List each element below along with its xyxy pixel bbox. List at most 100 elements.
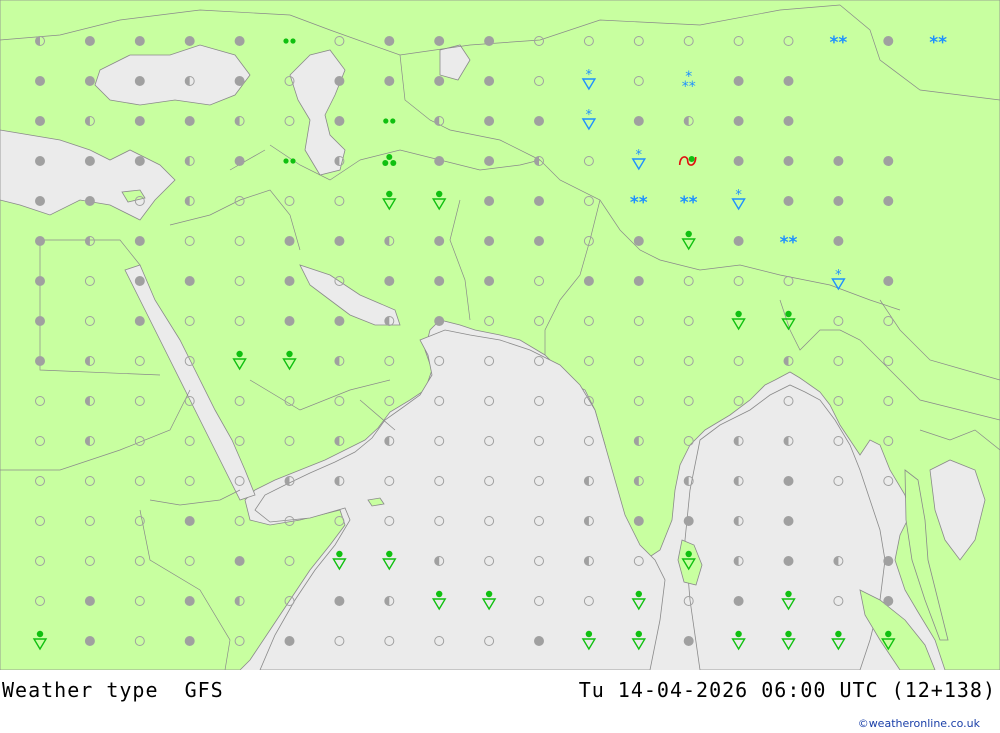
svg-text:*: * <box>735 188 742 203</box>
overcast-filled-circle <box>35 196 45 206</box>
svg-text:**: ** <box>630 193 648 213</box>
overcast-filled-circle <box>184 516 195 526</box>
overcast-filled-circle <box>334 236 345 246</box>
overcast-filled-circle <box>284 636 295 646</box>
overcast-filled-circle <box>434 156 445 166</box>
overcast-filled-circle <box>783 196 794 206</box>
map-footer: Weather type GFS Tu 14-04-2026 06:00 UTC… <box>0 670 1000 733</box>
overcast-filled-circle <box>633 236 644 246</box>
overcast-filled-circle <box>683 516 694 526</box>
overcast-filled-circle <box>733 116 744 126</box>
overcast-filled-circle <box>234 36 245 46</box>
overcast-filled-circle <box>683 636 694 646</box>
overcast-filled-circle <box>783 476 794 486</box>
overcast-filled-circle <box>134 316 145 326</box>
overcast-filled-circle <box>334 116 345 126</box>
overcast-filled-circle <box>134 76 145 86</box>
overcast-filled-circle <box>434 36 445 46</box>
overcast-filled-circle <box>484 276 495 286</box>
overcast-filled-circle <box>833 236 844 246</box>
overcast-filled-circle <box>484 116 495 126</box>
overcast-filled-circle <box>35 316 45 326</box>
overcast-filled-circle <box>334 316 345 326</box>
overcast-filled-circle <box>84 636 95 646</box>
weather-map: ** *** ******* ** **** <box>0 0 1000 670</box>
svg-text:*: * <box>586 68 593 83</box>
overcast-filled-circle <box>434 76 445 86</box>
overcast-filled-circle <box>234 76 245 86</box>
overcast-filled-circle <box>534 116 544 126</box>
snow-double-asterisk: ** <box>680 193 698 213</box>
overcast-filled-circle <box>84 76 95 86</box>
svg-text:*: * <box>636 148 643 163</box>
overcast-filled-circle <box>883 36 894 46</box>
overcast-filled-circle <box>284 236 295 246</box>
overcast-filled-circle <box>84 36 95 46</box>
overcast-filled-circle <box>633 516 644 526</box>
overcast-filled-circle <box>184 276 195 286</box>
overcast-filled-circle <box>733 236 744 246</box>
overcast-filled-circle <box>484 196 495 206</box>
svg-text:**: ** <box>680 193 698 213</box>
overcast-filled-circle <box>35 276 45 286</box>
svg-text:*: * <box>835 268 842 283</box>
overcast-filled-circle <box>284 316 295 326</box>
overcast-filled-circle <box>583 276 594 286</box>
overcast-filled-circle <box>733 156 744 166</box>
overcast-filled-circle <box>733 76 744 86</box>
svg-text:**: ** <box>682 79 696 95</box>
svg-text:**: ** <box>780 233 798 253</box>
overcast-filled-circle <box>484 236 495 246</box>
overcast-filled-circle <box>484 76 495 86</box>
overcast-filled-circle <box>633 116 644 126</box>
svg-text:**: ** <box>929 33 947 53</box>
overcast-filled-circle <box>783 516 794 526</box>
overcast-filled-circle <box>184 596 195 606</box>
snow-double-asterisk: ** <box>630 193 648 213</box>
snow-double-asterisk: ** <box>929 33 947 53</box>
overcast-filled-circle <box>334 596 345 606</box>
overcast-filled-circle <box>234 156 245 166</box>
overcast-filled-circle <box>883 596 894 606</box>
overcast-filled-circle <box>35 76 45 86</box>
overcast-filled-circle <box>434 236 445 246</box>
overcast-filled-circle <box>134 236 145 246</box>
map-title: Weather type GFS <box>2 678 224 702</box>
overcast-filled-circle <box>84 156 95 166</box>
overcast-filled-circle <box>883 276 894 286</box>
overcast-filled-circle <box>134 156 145 166</box>
overcast-filled-circle <box>733 596 744 606</box>
overcast-filled-circle <box>783 116 794 126</box>
snow-double-asterisk: ** <box>830 33 848 53</box>
overcast-filled-circle <box>35 116 45 126</box>
snow-double-asterisk: ** <box>780 233 798 253</box>
overcast-filled-circle <box>833 156 844 166</box>
overcast-filled-circle <box>384 76 395 86</box>
overcast-filled-circle <box>284 276 295 286</box>
overcast-filled-circle <box>783 76 794 86</box>
svg-text:*: * <box>586 108 593 123</box>
overcast-filled-circle <box>334 76 345 86</box>
overcast-filled-circle <box>134 36 145 46</box>
overcast-filled-circle <box>484 36 495 46</box>
forecast-datetime: Tu 14-04-2026 06:00 UTC (12+138) <box>578 678 996 702</box>
overcast-filled-circle <box>384 276 395 286</box>
overcast-filled-circle <box>783 556 794 566</box>
overcast-filled-circle <box>434 316 445 326</box>
overcast-filled-circle <box>134 116 145 126</box>
overcast-filled-circle <box>84 596 95 606</box>
overcast-filled-circle <box>35 356 45 366</box>
svg-text:**: ** <box>830 33 848 53</box>
overcast-filled-circle <box>633 276 644 286</box>
overcast-filled-circle <box>35 156 45 166</box>
overcast-filled-circle <box>84 196 95 206</box>
overcast-filled-circle <box>883 196 894 206</box>
overcast-filled-circle <box>434 276 445 286</box>
overcast-filled-circle <box>184 116 195 126</box>
overcast-filled-circle <box>783 156 794 166</box>
overcast-filled-circle <box>134 276 145 286</box>
overcast-filled-circle <box>534 636 544 646</box>
overcast-filled-circle <box>534 236 544 246</box>
credit-link[interactable]: ©weatheronline.co.uk <box>858 717 980 730</box>
overcast-filled-circle <box>833 196 844 206</box>
